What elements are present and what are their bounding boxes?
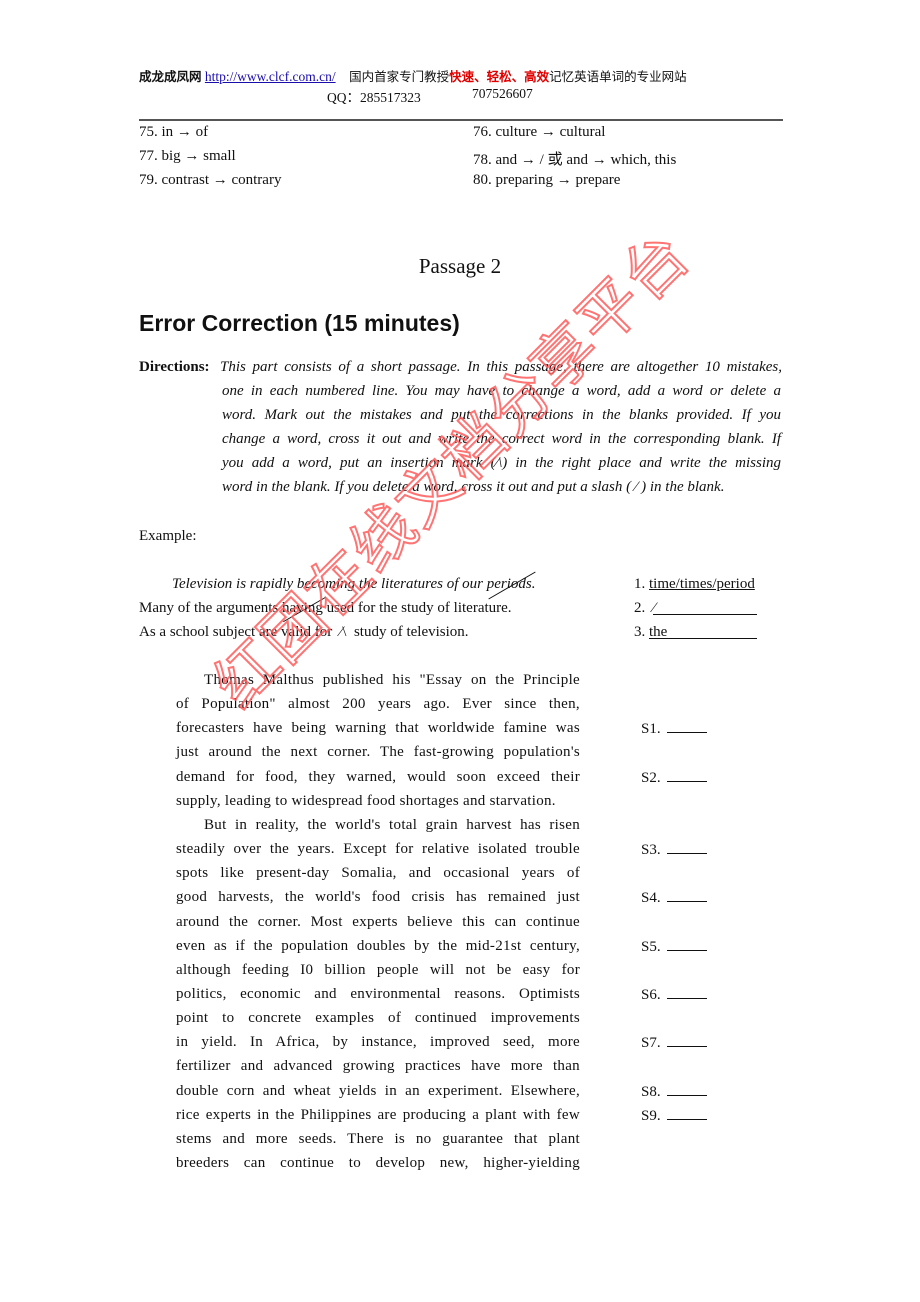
example-answer-2: 2. ⁄ — [634, 600, 757, 617]
blank-line[interactable] — [666, 720, 707, 734]
example-label: Example: — [139, 528, 197, 544]
blank-label: S7. — [641, 1035, 661, 1052]
passage-line: rice experts in the Philippines are prod… — [176, 1106, 580, 1123]
site-link[interactable]: http://www.clcf.com.cn/ — [205, 69, 336, 84]
passage-line: stems and more seeds. There is no guaran… — [176, 1130, 580, 1147]
directions-line: change a word, cross it out and write th… — [222, 431, 781, 447]
passage-line: breeders can continue to develop new, hi… — [176, 1155, 580, 1171]
qq-line: QQ：285517323 — [327, 86, 421, 106]
answer-75: 75. in → of — [139, 124, 209, 140]
passage-line: politics, economic and environmental rea… — [176, 985, 580, 1002]
passage-line: in yield. In Africa, by instance, improv… — [176, 1034, 580, 1051]
blank-line[interactable] — [666, 1083, 707, 1096]
qq-number-1: QQ：285517323 — [327, 90, 421, 105]
insertion-mark: ⁄\ — [339, 624, 347, 640]
answer-79: 79. contrast → contrary — [139, 172, 282, 188]
brand-name: 成龙成凤网 — [139, 69, 202, 84]
passage-line: But in reality, the world's total grain … — [204, 816, 580, 833]
blank-line[interactable] — [666, 889, 707, 903]
passage-line: even as if the population doubles by the… — [176, 937, 580, 954]
directions-line: This part consists of a short passage. I… — [220, 359, 782, 375]
answer-77: 77. big → small — [139, 148, 236, 164]
answer-76: 76. culture → cultural — [473, 124, 606, 140]
answer-blank-2[interactable]: S2. — [641, 769, 707, 787]
struck-word: periods — [486, 576, 532, 592]
directions-line: one in each numbered line. You may have … — [222, 383, 781, 399]
blank-label: S1. — [641, 721, 661, 738]
passage-line: Thomas Malthus published his "Essay on t… — [204, 672, 580, 688]
qq-number-2: 707526607 — [472, 86, 533, 101]
header-divider — [139, 119, 783, 121]
site-header: 成龙成凤网 http://www.clcf.com.cn/ 国内首家专门教授快速… — [139, 66, 687, 85]
blank-label: S2. — [641, 769, 661, 786]
passage-line: demand for food, they warned, would soon… — [176, 768, 580, 785]
section-title: Error Correction (15 minutes) — [139, 310, 460, 336]
passage-line: point to concrete examples of continued … — [176, 1010, 580, 1027]
blank-line[interactable] — [666, 1107, 707, 1120]
passage-line: just around the next corner. The fast-gr… — [176, 744, 580, 761]
directions-label: Directions: — [139, 359, 210, 375]
passage-line: good harvests, the world's food crisis h… — [176, 889, 580, 906]
tagline-highlight: 快速、轻松、高效 — [449, 69, 550, 84]
blank-label: S9. — [641, 1107, 661, 1124]
passage-line: around the corner. Most experts believe … — [176, 913, 580, 930]
tagline-pre: 国内首家专门教授 — [349, 69, 450, 84]
passage-title: Passage 2 — [418, 254, 502, 278]
passage-line: fertilizer and advanced growing practice… — [176, 1058, 580, 1075]
tagline-post: 记忆英语单词的专业网站 — [549, 69, 687, 84]
example-line-3: As a school subject are valid for ⁄\ stu… — [139, 624, 469, 640]
blank-label: S5. — [641, 938, 661, 955]
answer-blank-9[interactable]: S9. — [641, 1107, 707, 1125]
passage-line: double corn and wheat yields in an exper… — [176, 1082, 580, 1099]
blank-line[interactable] — [666, 1034, 707, 1048]
passage-line: of Population" almost 200 years ago. Eve… — [176, 696, 580, 713]
answer-80: 80. preparing → prepare — [473, 172, 621, 188]
example-line-1: Television is rapidly becoming the liter… — [172, 576, 536, 592]
example-answer-1: 1. time/times/period — [634, 576, 755, 592]
answer-blank-6[interactable]: S6. — [641, 986, 707, 1004]
example-line-2: Many of the arguments having used for th… — [139, 600, 512, 616]
directions-line: word in the blank. If you delete a word,… — [222, 479, 725, 495]
passage-line: although feeding I0 billion people will … — [176, 961, 580, 978]
passage-line: supply, leading to widespread food short… — [176, 792, 556, 809]
blank-label: S8. — [641, 1083, 661, 1100]
answer-blank-1[interactable]: S1. — [641, 720, 707, 738]
passage-line: steadily over the years. Except for rela… — [176, 841, 580, 858]
answer-blank-3[interactable]: S3. — [641, 841, 707, 859]
directions-line: word. Mark out the mistakes and put the … — [222, 407, 781, 423]
blank-line[interactable] — [666, 986, 707, 999]
blank-label: S3. — [641, 842, 661, 859]
blank-line[interactable] — [666, 769, 707, 782]
answer-78: 78. and → / 或 and → which, this — [473, 152, 677, 168]
answer-blank-7[interactable]: S7. — [641, 1034, 707, 1052]
struck-word: having — [282, 600, 323, 616]
blank-line[interactable] — [666, 841, 707, 855]
blank-line[interactable] — [666, 938, 707, 951]
passage-line: forecasters have being warning that worl… — [176, 720, 580, 737]
directions-line: you add a word, put an insertion mark (⁄… — [222, 455, 781, 471]
passage-line: spots like present-day Somalia, and occa… — [176, 865, 580, 882]
example-answer-3: 3. the — [634, 624, 757, 641]
blank-label: S6. — [641, 986, 661, 1003]
blank-label: S4. — [641, 890, 661, 907]
answer-blank-8[interactable]: S8. — [641, 1083, 707, 1101]
answer-blank-5[interactable]: S5. — [641, 938, 707, 956]
answer-blank-4[interactable]: S4. — [641, 889, 707, 907]
